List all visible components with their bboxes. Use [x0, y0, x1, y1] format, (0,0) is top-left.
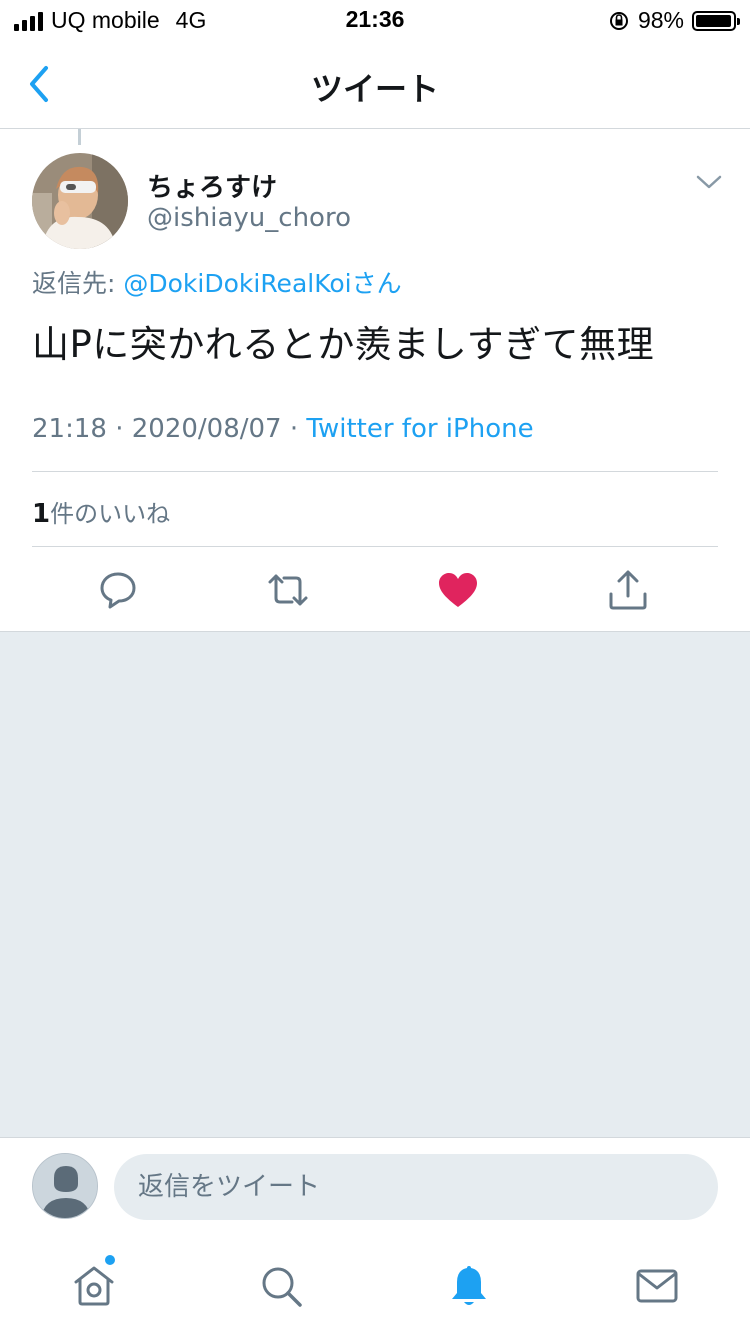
retweet-icon: [268, 574, 308, 606]
battery-percent: 98%: [637, 7, 684, 33]
display-name[interactable]: ちょろすけ: [147, 167, 277, 204]
search-icon: [262, 1267, 302, 1307]
meta-separator: ·: [106, 414, 132, 444]
tab-home[interactable]: [70, 1262, 118, 1310]
tweet-date: 2020/08/07: [131, 414, 282, 444]
battery-icon: [692, 10, 740, 31]
battery-level: [696, 14, 732, 27]
mail-icon: [636, 1269, 678, 1303]
tweet-actions: [0, 560, 750, 620]
avatar-photo: [32, 153, 128, 249]
reply-button[interactable]: [96, 568, 140, 612]
like-button[interactable]: [436, 568, 480, 612]
tweet-text: 山Pに突かれるとか羨ましすぎて無理: [32, 323, 655, 366]
empty-replies-area: [0, 631, 750, 1138]
reply-prefix: 返信先:: [32, 269, 124, 298]
meta-separator: ·: [281, 414, 307, 444]
tab-search[interactable]: [257, 1262, 305, 1310]
likes-count[interactable]: 1件のいいね: [32, 494, 170, 529]
home-icon: [74, 1266, 114, 1306]
like-count-number: 1: [32, 499, 51, 529]
share-button[interactable]: [606, 568, 650, 612]
tweet-source-link[interactable]: Twitter for iPhone: [306, 414, 533, 444]
retweet-button[interactable]: [266, 568, 310, 612]
divider: [32, 546, 718, 547]
orientation-lock-icon: [609, 11, 628, 30]
reply-suffix: さん: [351, 269, 402, 298]
tweet-time: 21:18: [32, 414, 107, 444]
nav-bar: ツイート: [0, 40, 750, 129]
divider: [32, 471, 718, 472]
user-handle[interactable]: @ishiayu_choro: [147, 203, 351, 233]
chevron-down-icon[interactable]: [695, 172, 723, 192]
reply-icon: [100, 572, 136, 609]
bell-icon: [452, 1266, 486, 1305]
share-icon: [609, 570, 647, 610]
tweet-meta: 21:18 · 2020/08/07 · Twitter for iPhone: [32, 414, 534, 444]
default-avatar-icon: [33, 1154, 97, 1218]
home-update-badge: [104, 1254, 116, 1266]
page-title: ツイート: [310, 70, 439, 108]
thread-connector: [78, 129, 81, 145]
avatar[interactable]: [32, 153, 128, 249]
reply-context: 返信先: @DokiDokiRealKoiさん: [32, 264, 402, 300]
tab-messages[interactable]: [633, 1262, 681, 1310]
reply-target-link[interactable]: @DokiDokiRealKoi: [123, 269, 351, 298]
my-avatar[interactable]: [32, 1153, 98, 1219]
status-bar: UQ mobile 4G 21:36 98%: [0, 0, 750, 40]
like-count-label: 件のいいね: [50, 500, 171, 528]
reply-input[interactable]: [114, 1154, 718, 1220]
tab-notifications[interactable]: [445, 1262, 493, 1310]
heart-icon: [439, 573, 477, 607]
